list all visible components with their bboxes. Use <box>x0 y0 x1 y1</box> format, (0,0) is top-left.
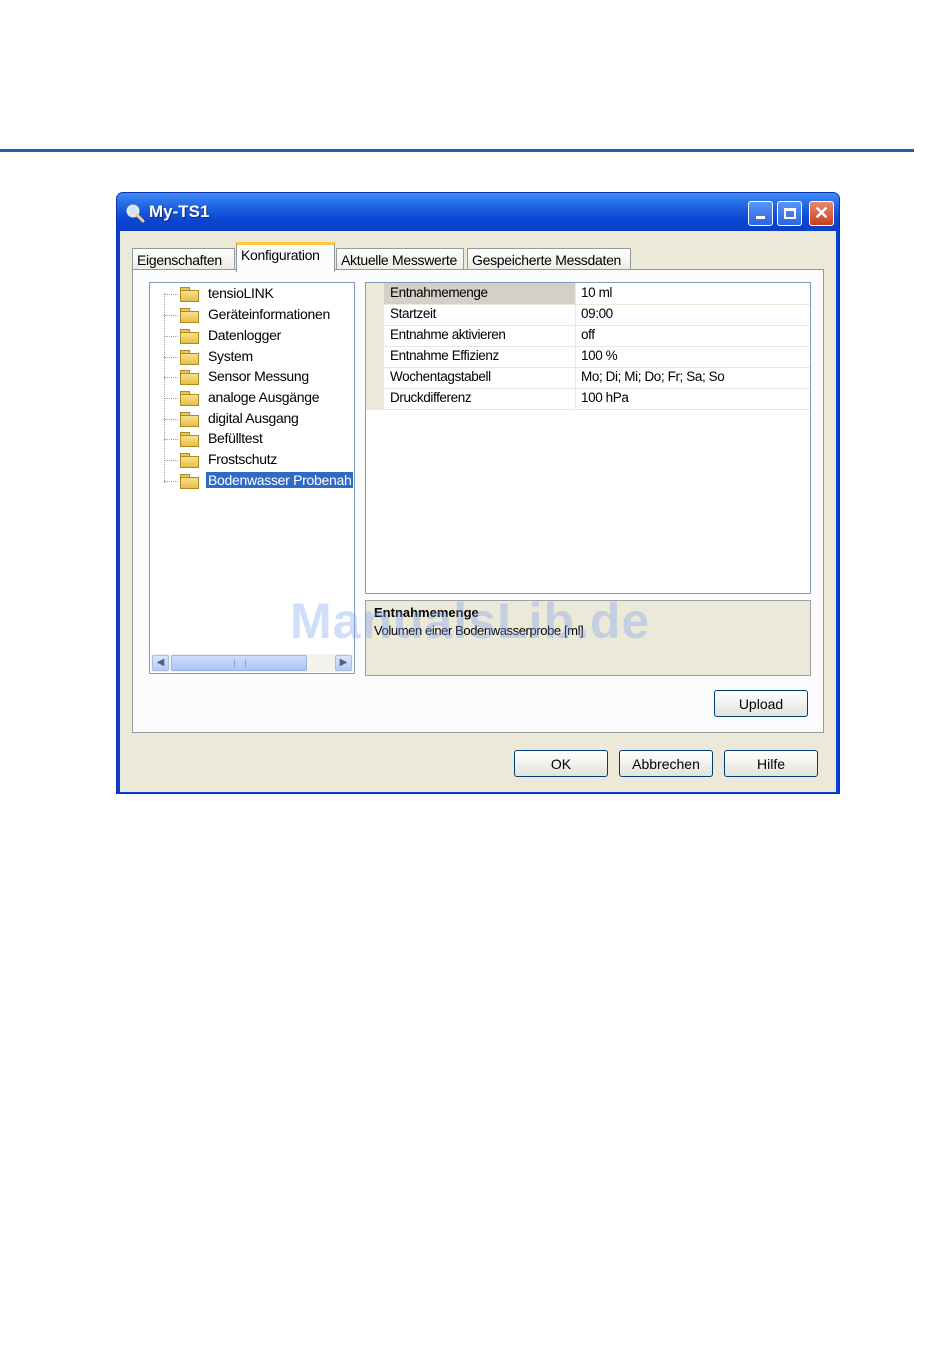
tree-item-label: Datenlogger <box>208 327 281 343</box>
magnifier-icon <box>126 204 145 223</box>
folder-icon <box>180 308 199 323</box>
tab-eigenschaften[interactable]: Eigenschaften <box>132 248 235 270</box>
tree-item-label: digital Ausgang <box>208 410 299 426</box>
property-name: Entnahmemenge <box>384 283 576 304</box>
dialog-window: My-TS1 ✕ Eigenschaften Konfiguration Akt… <box>116 192 840 794</box>
minimize-icon <box>756 216 765 219</box>
scrollbar-thumb[interactable] <box>171 655 307 671</box>
watermark: ManualsLib.de <box>290 593 651 649</box>
tab-gespeicherte-messdaten[interactable]: Gespeicherte Messdaten <box>467 248 631 270</box>
property-value[interactable]: 09:00 <box>577 304 810 325</box>
property-value[interactable]: Mo; Di; Mi; Do; Fr; Sa; So <box>577 367 810 388</box>
property-row-druckdifferenz[interactable]: Druckdifferenz 100 hPa <box>366 388 810 410</box>
property-row-entnahme-effizienz[interactable]: Entnahme Effizienz 100 % <box>366 346 810 368</box>
folder-icon <box>180 329 199 344</box>
tab-konfiguration[interactable]: Konfiguration <box>236 242 335 272</box>
folder-icon <box>180 432 199 447</box>
tree-item-label: analoge Ausgänge <box>208 389 320 405</box>
tree-item-label: Bodenwasser Probenah <box>206 472 354 488</box>
tree-item-label: Sensor Messung <box>208 368 309 384</box>
tree-item-label: Geräteinformationen <box>208 306 330 322</box>
property-value[interactable]: 100 hPa <box>577 388 810 409</box>
folder-icon <box>180 370 199 385</box>
folder-icon <box>180 391 199 406</box>
property-value[interactable]: 10 ml <box>577 283 810 304</box>
tab-panel-konfiguration: tensioLINK Geräteinformationen Datenlogg… <box>132 269 824 733</box>
property-value[interactable]: 100 % <box>577 346 810 367</box>
tree-item-label: System <box>208 348 253 364</box>
dialog-client-area: Eigenschaften Konfiguration Aktuelle Mes… <box>120 231 836 792</box>
folder-icon <box>180 412 199 427</box>
folder-icon <box>180 287 199 302</box>
maximize-icon <box>783 208 796 219</box>
title-bar[interactable]: My-TS1 ✕ <box>117 193 839 231</box>
close-icon: ✕ <box>813 203 830 223</box>
property-grid[interactable]: Entnahmemenge 10 ml Startzeit 09:00 Entn… <box>365 282 811 594</box>
tree-item-label: tensioLINK <box>208 285 274 301</box>
property-row-startzeit[interactable]: Startzeit 09:00 <box>366 304 810 326</box>
folder-icon <box>180 350 199 365</box>
cancel-button[interactable]: Abbrechen <box>619 750 713 777</box>
page-rule <box>0 149 914 152</box>
open-folder-icon <box>180 474 199 489</box>
scroll-left-icon[interactable]: ◀ <box>152 655 169 671</box>
window-title: My-TS1 <box>149 202 210 221</box>
tree-item-label: Befülltest <box>208 430 263 446</box>
property-row-wochentagstabell[interactable]: Wochentagstabell Mo; Di; Mi; Do; Fr; Sa;… <box>366 367 810 389</box>
property-row-entnahme-aktivieren[interactable]: Entnahme aktivieren off <box>366 325 810 347</box>
folder-icon <box>180 453 199 468</box>
property-name: Druckdifferenz <box>384 388 576 409</box>
property-row-entnahmemenge[interactable]: Entnahmemenge 10 ml <box>366 283 810 305</box>
maximize-button[interactable] <box>777 201 802 226</box>
property-name: Entnahme aktivieren <box>384 325 576 346</box>
tree-horizontal-scrollbar[interactable]: ◀ ▶ <box>151 654 353 672</box>
scrollbar-grip <box>234 660 246 667</box>
minimize-button[interactable] <box>748 201 773 226</box>
property-name: Startzeit <box>384 304 576 325</box>
ok-button[interactable]: OK <box>514 750 608 777</box>
tab-aktuelle-messwerte[interactable]: Aktuelle Messwerte <box>336 248 464 270</box>
close-button[interactable]: ✕ <box>809 201 834 226</box>
property-name: Entnahme Effizienz <box>384 346 576 367</box>
upload-button[interactable]: Upload <box>714 690 808 717</box>
tree-connector-line <box>164 293 165 483</box>
scroll-right-icon[interactable]: ▶ <box>335 655 352 671</box>
tree-item-label: Frostschutz <box>208 451 278 467</box>
property-value[interactable]: off <box>577 325 810 346</box>
property-name: Wochentagstabell <box>384 367 576 388</box>
help-button[interactable]: Hilfe <box>724 750 818 777</box>
